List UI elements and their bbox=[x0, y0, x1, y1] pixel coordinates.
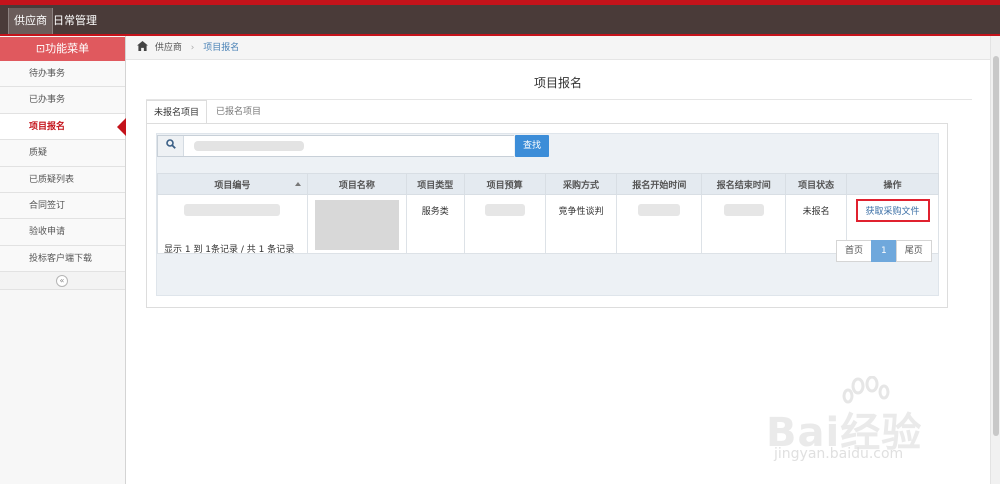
pagination-summary: 显示 1 到 1条记录 / 共 1 条记录 bbox=[164, 245, 295, 255]
sidebar-title: 功能菜单 bbox=[45, 42, 90, 55]
sidebar-header: ⊡功能菜单 bbox=[0, 37, 125, 61]
redacted-value bbox=[184, 204, 281, 216]
tab-panel: 查找 项目编号 项目名称 项目类型 项目预算 采购方式 报名开始时间 报名结束时… bbox=[146, 123, 948, 308]
breadcrumb-current: 项目报名 bbox=[203, 43, 240, 53]
baidu-watermark: Bai经验 jingyan.baidu.com bbox=[766, 376, 988, 476]
cell-project-name bbox=[306, 194, 407, 254]
cell-start-time bbox=[616, 194, 703, 254]
home-icon[interactable] bbox=[137, 41, 148, 51]
vertical-scrollbar[interactable] bbox=[990, 36, 1000, 484]
sidebar-item-label: 项目报名 bbox=[29, 121, 66, 132]
column-header-budget: 项目预算 bbox=[463, 173, 546, 195]
double-chevron-left-icon[interactable]: « bbox=[56, 275, 68, 288]
breadcrumb-home[interactable]: 供应商 bbox=[155, 43, 182, 53]
redacted-value bbox=[484, 204, 525, 216]
sidebar-item-query[interactable]: 质疑 bbox=[0, 140, 125, 167]
sidebar-item-label: 已质疑列表 bbox=[29, 174, 75, 185]
get-procurement-documents-link[interactable]: 获取采购文件 bbox=[855, 199, 930, 222]
tab-unregistered-projects[interactable]: 未报名项目 bbox=[146, 100, 208, 124]
column-header-project-number[interactable]: 项目编号 bbox=[157, 173, 308, 195]
search-button[interactable]: 查找 bbox=[515, 135, 549, 157]
breadcrumb: 供应商 › 项目报名 bbox=[126, 36, 990, 60]
search-icon-addon bbox=[158, 136, 184, 156]
pagination-last-button[interactable]: 尾页 bbox=[895, 240, 932, 262]
nav-tab-daily-management[interactable]: 日常管理 bbox=[48, 8, 102, 34]
page-title: 项目报名 bbox=[533, 76, 582, 90]
search-group bbox=[157, 135, 514, 157]
sidebar-item-label: 合同签订 bbox=[29, 200, 66, 211]
search-icon bbox=[165, 139, 176, 149]
sidebar: ⊡功能菜单 待办事务 已办事务 项目报名 质疑 已质疑列表 合同签订 验收申请 … bbox=[0, 36, 126, 484]
column-header-start-time: 报名开始时间 bbox=[616, 173, 703, 195]
scrollbar-thumb[interactable] bbox=[993, 56, 999, 436]
pagination: 首页 1 尾页 bbox=[836, 240, 932, 262]
column-header-action: 操作 bbox=[846, 173, 939, 195]
sidebar-item-contract[interactable]: 合同签订 bbox=[0, 192, 125, 220]
sidebar-item-done[interactable]: 已办事务 bbox=[0, 87, 125, 114]
pagination-page-button[interactable]: 1 bbox=[871, 240, 897, 262]
sidebar-collapse[interactable]: « bbox=[0, 272, 125, 291]
redacted-value bbox=[314, 200, 399, 250]
sidebar-item-query-list[interactable]: 已质疑列表 bbox=[0, 166, 125, 193]
column-header-procurement-method: 采购方式 bbox=[544, 173, 618, 195]
sidebar-item-label: 质疑 bbox=[29, 148, 48, 159]
watermark-url: jingyan.baidu.com bbox=[774, 446, 904, 462]
search-redacted-text bbox=[194, 141, 304, 151]
sidebar-item-pending[interactable]: 待办事务 bbox=[0, 61, 125, 88]
active-marker-icon bbox=[117, 117, 126, 136]
table-header-row: 项目编号 项目名称 项目类型 项目预算 采购方式 报名开始时间 报名结束时间 项… bbox=[157, 173, 939, 195]
nav-tab-supplier[interactable]: 供应商 bbox=[8, 8, 53, 34]
column-header-status: 项目状态 bbox=[785, 173, 848, 195]
column-header-project-name: 项目名称 bbox=[306, 173, 407, 195]
redacted-value bbox=[638, 204, 681, 216]
pagination-first-button[interactable]: 首页 bbox=[836, 240, 873, 262]
menu-icon: ⊡ bbox=[35, 42, 46, 55]
column-header-end-time: 报名结束时间 bbox=[701, 173, 787, 195]
sidebar-item-label: 待办事务 bbox=[29, 69, 66, 79]
redacted-value bbox=[723, 204, 764, 216]
breadcrumb-separator-icon: › bbox=[190, 43, 195, 53]
sidebar-item-label: 验收申请 bbox=[29, 227, 66, 238]
tab-registered-projects[interactable]: 已报名项目 bbox=[209, 100, 268, 124]
sidebar-item-acceptance[interactable]: 验收申请 bbox=[0, 219, 125, 246]
table-container: 查找 项目编号 项目名称 项目类型 项目预算 采购方式 报名开始时间 报名结束时… bbox=[156, 133, 939, 296]
sidebar-item-project-registration[interactable]: 项目报名 bbox=[0, 113, 126, 141]
cell-budget bbox=[463, 194, 546, 254]
cell-end-time bbox=[701, 194, 787, 254]
column-header-project-type: 项目类型 bbox=[405, 173, 465, 195]
sidebar-item-client-download[interactable]: 投标客户端下载 bbox=[0, 245, 125, 273]
sidebar-item-label: 已办事务 bbox=[29, 95, 66, 106]
sidebar-item-label: 投标客户端下载 bbox=[29, 253, 93, 264]
cell-project-type: 服务类 bbox=[405, 194, 465, 254]
top-navbar: 供应商 日常管理 bbox=[0, 0, 1000, 36]
sort-ascending-icon[interactable] bbox=[294, 182, 301, 186]
cell-procurement-method: 竞争性谈判 bbox=[544, 194, 618, 254]
divider bbox=[146, 99, 972, 100]
